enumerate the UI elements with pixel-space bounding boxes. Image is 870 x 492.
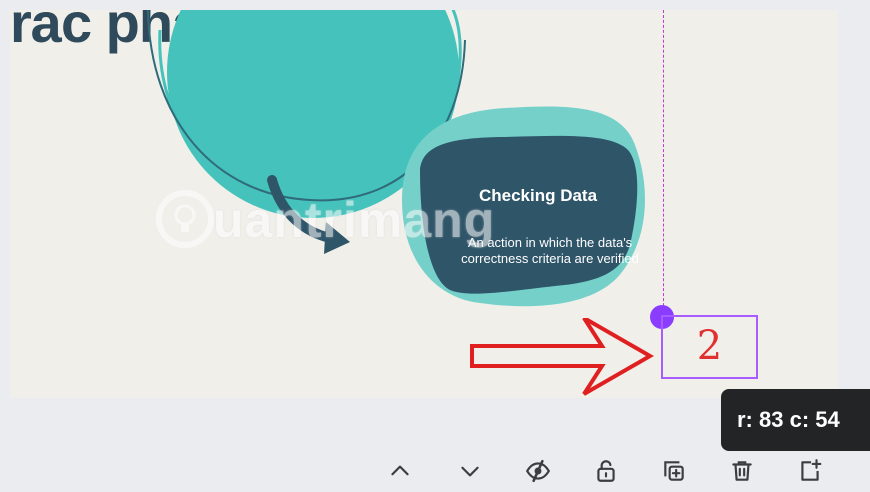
duplicate-page-button[interactable]	[656, 454, 692, 488]
annotation-number: 2	[696, 323, 723, 369]
grid-size-tooltip: r: 83 c: 54	[721, 389, 870, 451]
navy-card	[420, 135, 638, 294]
vertical-scrollbar[interactable]	[838, 0, 870, 398]
annotation-box: 2	[661, 315, 758, 379]
add-page-button[interactable]	[792, 454, 828, 488]
lock-page-button[interactable]	[588, 454, 624, 488]
alignment-guide	[663, 10, 664, 316]
tooltip-text: r: 83 c: 54	[737, 407, 840, 432]
trash-icon	[732, 461, 752, 481]
curved-arrow-head	[324, 222, 350, 254]
delete-page-button[interactable]	[724, 454, 760, 488]
card-body[interactable]: An action in which the data's correctnes…	[460, 235, 640, 267]
card-title[interactable]: Checking Data	[468, 186, 608, 206]
page-toolbar	[380, 448, 840, 492]
unlock-icon	[597, 460, 615, 482]
add-page-icon	[801, 459, 822, 481]
editor-workspace: rác phẩm uantrimang Checking Data An act…	[0, 0, 870, 492]
move-page-down-button[interactable]	[452, 454, 488, 488]
hide-page-button[interactable]	[520, 454, 556, 488]
chevron-down-icon	[461, 466, 479, 477]
duplicate-icon	[664, 461, 684, 481]
eye-slash-icon	[525, 459, 551, 483]
move-page-up-button[interactable]	[382, 454, 418, 488]
chevron-up-icon	[391, 465, 409, 476]
annotation-arrow	[470, 318, 655, 396]
